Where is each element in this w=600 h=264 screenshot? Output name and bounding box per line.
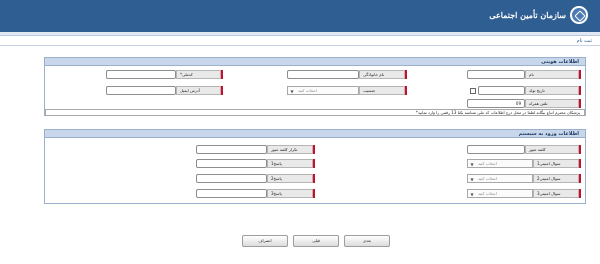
required-marker [221,70,223,79]
gender-select[interactable]: ▼ انتخاب کنید [287,86,359,95]
birth-date-input[interactable] [478,86,525,95]
answer-1-label: پاسخ1 [267,159,313,168]
header-bar: سازمان تأمین اجتماعی [0,0,600,32]
birth-date-picker-checkbox[interactable] [470,88,476,94]
login-info-section: اطلاعات ورود به سیستم کلمه عبور تکرار کل… [44,129,586,204]
confirm-password-label: تکرار کلمه عبور [267,145,313,154]
required-marker [405,70,407,79]
national-code-label: *کدملی [176,70,221,79]
gender-placeholder: انتخاب کنید [298,88,317,93]
email-label: آدرس ایمیل [176,86,221,95]
required-marker [579,189,581,198]
security-question-1-select[interactable]: ▼ انتخاب کنید [467,159,533,168]
required-marker [313,189,315,198]
required-marker [579,70,581,79]
national-code-input[interactable] [106,70,176,79]
ssl-emblem-icon [570,6,588,24]
required-marker [313,174,315,183]
required-marker [313,159,315,168]
name-label: نام [525,70,579,79]
next-button[interactable]: بعدی [344,235,390,247]
required-marker [579,174,581,183]
security-question-3-label: سوال امنیتی3 [533,189,579,198]
login-info-header: اطلاعات ورود به سیستم [45,130,585,138]
page-title: ثبت نام [576,38,592,44]
answer-3-input[interactable] [196,189,267,198]
mobile-label: تلفن همراه [525,99,579,108]
required-marker [579,99,581,108]
chevron-down-icon: ▼ [290,89,294,94]
answer-1-input[interactable] [196,159,267,168]
email-input[interactable] [106,86,176,95]
required-marker [313,145,315,154]
answer-3-label: پاسخ3 [267,189,313,198]
personal-info-section: اطلاعات هویتی نام نام خانوادگی *کدملی تا… [44,57,586,116]
logo[interactable]: سازمان تأمین اجتماعی [489,6,588,24]
family-label: نام خانوادگی [359,70,405,79]
header-stripe [0,32,600,36]
password-input[interactable] [467,145,525,154]
answer-2-label: پاسخ2 [267,174,313,183]
security-question-2-label: سوال امنیتی2 [533,174,579,183]
chevron-down-icon: ▼ [470,162,474,167]
gender-label: جنسیت [359,86,405,95]
security-question-3-select[interactable]: ▼ انتخاب کنید [467,189,533,198]
security-question-2-placeholder: انتخاب کنید [478,176,497,181]
personal-info-header: اطلاعات هویتی [45,58,585,66]
answer-2-input[interactable] [196,174,267,183]
required-marker [579,159,581,168]
birth-date-label: تاریخ تولد [525,86,579,95]
chevron-down-icon: ▼ [470,192,474,197]
password-label: کلمه عبور [525,145,579,154]
mobile-input[interactable]: 09 [467,99,525,108]
security-question-1-label: سوال امنیتی1 [533,159,579,168]
family-input[interactable] [287,70,359,79]
required-marker [579,86,581,95]
required-marker [405,86,407,95]
cancel-button[interactable]: انصراف [242,235,288,247]
security-question-3-placeholder: انتخاب کنید [478,191,497,196]
security-question-1-placeholder: انتخاب کنید [478,161,497,166]
confirm-password-input[interactable] [196,145,267,154]
divider [0,45,600,46]
previous-button[interactable]: قبلی [293,235,339,247]
chevron-down-icon: ▼ [470,177,474,182]
security-question-2-select[interactable]: ▼ انتخاب کنید [467,174,533,183]
org-name: سازمان تأمین اجتماعی [489,10,566,20]
required-marker [221,86,223,95]
foreign-physician-note: *پزشکان محترم اتباع بیگانه لطفا در محل د… [45,109,585,116]
name-input[interactable] [467,70,525,79]
required-marker [579,145,581,154]
